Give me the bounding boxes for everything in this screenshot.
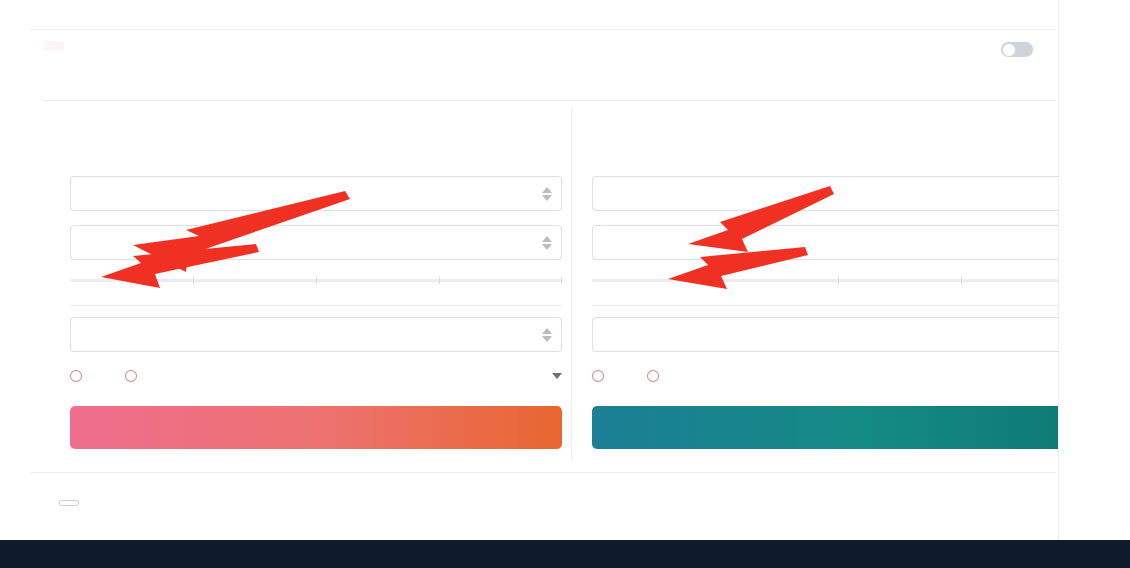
sell-total-field[interactable] [592, 317, 1084, 352]
buy-balance-row [70, 122, 562, 137]
sell-price-field[interactable] [592, 176, 1084, 211]
buy-total-stepper[interactable] [542, 327, 552, 342]
indicator-bar [30, 0, 1056, 30]
sell-price-placeholder [604, 186, 608, 201]
sell-available-row [592, 147, 1084, 162]
sell-balance-row [592, 122, 1084, 137]
buy-amount-placeholder [82, 235, 86, 250]
order-type-tabs [44, 70, 1056, 101]
buy-amount-stepper[interactable] [542, 235, 552, 250]
sell-total-placeholder [604, 327, 608, 342]
sell-fok-radio[interactable] [647, 370, 666, 382]
buy-fee-dropdown[interactable] [546, 373, 562, 379]
sell-percent-slider[interactable] [592, 277, 1084, 306]
panel-divider [571, 108, 572, 460]
sell-login-register-button[interactable] [592, 406, 1084, 449]
buy-options-row [70, 365, 562, 387]
orders-column-headers [30, 490, 1056, 520]
chevron-down-icon [552, 373, 562, 379]
buy-price-placeholder [82, 186, 86, 201]
order-book [1058, 0, 1130, 540]
sell-amount-placeholder [604, 235, 608, 250]
radio-circle-icon [125, 370, 137, 382]
buy-fok-radio[interactable] [125, 370, 144, 382]
sell-options-row [592, 365, 1084, 387]
trading-main [30, 0, 1084, 540]
radio-circle-icon [647, 370, 659, 382]
buy-percent-slider[interactable] [70, 277, 562, 306]
buy-price-stepper[interactable] [542, 186, 552, 201]
windows-taskbar [0, 540, 1130, 568]
toggle-switch[interactable] [1001, 42, 1033, 57]
buy-panel [70, 108, 562, 449]
buy-login-register-button[interactable] [70, 406, 562, 449]
toggle-knob [1002, 43, 1015, 56]
buy-total-field[interactable] [70, 317, 562, 352]
buy-available-row [70, 147, 562, 162]
radio-circle-icon [70, 370, 82, 382]
sell-iceberg-radio[interactable] [592, 370, 611, 382]
cny-pricing-toggle[interactable] [1001, 42, 1042, 57]
sell-amount-field[interactable] [592, 225, 1084, 260]
cancel-all-button[interactable] [59, 500, 79, 506]
favorites-rail [0, 0, 30, 540]
buy-iceberg-radio[interactable] [70, 370, 89, 382]
column-action [52, 495, 79, 509]
sell-panel [592, 108, 1084, 449]
buy-price-field[interactable] [70, 176, 562, 211]
trading-page [0, 0, 1130, 568]
buy-total-placeholder [82, 327, 86, 342]
spot-trading-tab[interactable] [44, 41, 64, 51]
radio-circle-icon [592, 370, 604, 382]
orders-section [30, 472, 1056, 540]
orders-tabs [30, 473, 1056, 481]
buy-amount-field[interactable] [70, 225, 562, 260]
